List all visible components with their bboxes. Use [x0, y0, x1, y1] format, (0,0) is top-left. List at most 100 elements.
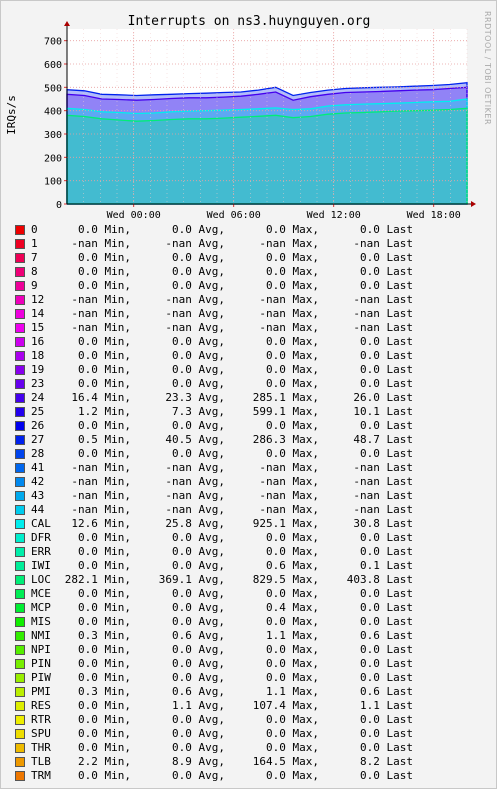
legend-swatch: [15, 519, 25, 529]
legend-last-value: 0.0 Last: [360, 741, 413, 754]
legend-series-name: PMI: [31, 685, 51, 698]
legend-min-value: 0.0 Min,: [78, 671, 131, 684]
legend-min-value: 0.0 Min,: [78, 601, 131, 614]
legend-max-value: -nan Max,: [259, 307, 319, 320]
legend-swatch: [15, 603, 25, 613]
legend-last-value: -nan Last: [353, 461, 413, 474]
legend-max-value: 0.6 Max,: [266, 559, 319, 572]
legend-min-value: 0.0 Min,: [78, 419, 131, 432]
x-tick-label: Wed 00:00: [107, 210, 161, 221]
legend-min-value: 0.0 Min,: [78, 559, 131, 572]
legend-min-value: 0.5 Min,: [78, 433, 131, 446]
legend-max-value: 0.0 Max,: [266, 545, 319, 558]
legend-avg-value: 25.8 Avg,: [165, 517, 225, 530]
legend-last-value: 0.0 Last: [360, 601, 413, 614]
legend-avg-value: 0.0 Avg,: [172, 279, 225, 292]
legend-max-value: 0.0 Max,: [266, 769, 319, 782]
legend-last-value: 8.2 Last: [360, 755, 413, 768]
y-tick-label: 700: [44, 37, 62, 48]
legend-last-value: -nan Last: [353, 503, 413, 516]
legend-last-value: 0.0 Last: [360, 447, 413, 460]
legend-series-name: 15: [31, 321, 45, 334]
legend-max-value: 0.0 Max,: [266, 377, 319, 390]
legend-max-value: 0.0 Max,: [266, 251, 319, 264]
legend-series-name: 28: [31, 447, 45, 460]
legend-min-value: 0.0 Min,: [78, 657, 131, 670]
legend-last-value: 0.0 Last: [360, 531, 413, 544]
legend-avg-value: 0.0 Avg,: [172, 531, 225, 544]
legend-swatch: [15, 267, 25, 277]
legend-avg-value: 0.0 Avg,: [172, 727, 225, 740]
legend-series-name: 42: [31, 475, 45, 488]
x-axis-arrow: [471, 201, 476, 207]
legend-last-value: -nan Last: [353, 293, 413, 306]
legend-series-name: 23: [31, 377, 45, 390]
legend-series-name: 43: [31, 489, 45, 502]
legend-series-name: PIW: [31, 671, 51, 684]
legend-last-value: 0.0 Last: [360, 713, 413, 726]
legend-swatch: [15, 673, 25, 683]
legend-series-name: TRM: [31, 769, 51, 782]
legend-max-value: 0.0 Max,: [266, 531, 319, 544]
legend-min-value: -nan Min,: [71, 503, 131, 516]
legend-max-value: 0.0 Max,: [266, 447, 319, 460]
legend-series-name: 1: [31, 237, 38, 250]
legend-series-name: 16: [31, 335, 45, 348]
legend-max-value: 1.1 Max,: [266, 629, 319, 642]
legend-last-value: 0.0 Last: [360, 335, 413, 348]
legend-swatch: [15, 239, 25, 249]
y-tick-label: 600: [44, 60, 62, 71]
legend-last-value: 0.0 Last: [360, 223, 413, 236]
legend-avg-value: 0.0 Avg,: [172, 265, 225, 278]
legend-min-value: -nan Min,: [71, 321, 131, 334]
y-tick-label: 400: [44, 107, 62, 118]
legend-avg-value: 0.0 Avg,: [172, 657, 225, 670]
legend-last-value: 0.0 Last: [360, 615, 413, 628]
legend-avg-value: 0.0 Avg,: [172, 643, 225, 656]
legend-last-value: 0.0 Last: [360, 769, 413, 782]
legend-avg-value: -nan Avg,: [165, 237, 225, 250]
legend-min-value: -nan Min,: [71, 293, 131, 306]
legend-avg-value: 0.0 Avg,: [172, 419, 225, 432]
legend-swatch: [15, 337, 25, 347]
y-tick-label: 300: [44, 130, 62, 141]
legend-min-value: 0.0 Min,: [78, 349, 131, 362]
legend-avg-value: 0.0 Avg,: [172, 447, 225, 460]
legend-avg-value: 0.0 Avg,: [172, 223, 225, 236]
legend-last-value: 0.0 Last: [360, 657, 413, 670]
legend-avg-value: 0.0 Avg,: [172, 769, 225, 782]
legend-max-value: -nan Max,: [259, 321, 319, 334]
legend-max-value: -nan Max,: [259, 475, 319, 488]
interrupts-chart: Interrupts on ns3.huynguyen.org IRQs/s R…: [5, 11, 492, 221]
legend-max-value: 286.3 Max,: [252, 433, 319, 446]
legend-swatch: [15, 743, 25, 753]
legend-min-value: 0.3 Min,: [78, 685, 131, 698]
legend-last-value: 0.6 Last: [360, 685, 413, 698]
legend-avg-value: -nan Avg,: [165, 503, 225, 516]
legend-last-value: 0.0 Last: [360, 671, 413, 684]
legend-min-value: -nan Min,: [71, 307, 131, 320]
legend-avg-value: -nan Avg,: [165, 307, 225, 320]
watermark: RRDTOOL / TOBI OETIKER: [483, 11, 492, 125]
legend-avg-value: 0.0 Avg,: [172, 377, 225, 390]
legend-swatch: [15, 407, 25, 417]
y-tick-label: 100: [44, 177, 62, 188]
legend-max-value: 0.4 Max,: [266, 601, 319, 614]
legend-avg-value: 8.9 Avg,: [172, 755, 225, 768]
legend-swatch: [15, 617, 25, 627]
legend-swatch: [15, 351, 25, 361]
legend-series-name: 18: [31, 349, 45, 362]
legend-swatch: [15, 449, 25, 459]
legend-max-value: 1.1 Max,: [266, 685, 319, 698]
legend-avg-value: 0.0 Avg,: [172, 615, 225, 628]
legend-max-value: 0.0 Max,: [266, 657, 319, 670]
legend-max-value: -nan Max,: [259, 237, 319, 250]
legend-avg-value: 0.6 Avg,: [172, 629, 225, 642]
legend-swatch: [15, 505, 25, 515]
legend-last-value: 0.0 Last: [360, 363, 413, 376]
legend-avg-value: 0.0 Avg,: [172, 559, 225, 572]
legend-max-value: 0.0 Max,: [266, 713, 319, 726]
legend-max-value: 0.0 Max,: [266, 615, 319, 628]
graph-frame: Interrupts on ns3.huynguyen.org IRQs/s R…: [0, 0, 497, 789]
legend-avg-value: -nan Avg,: [165, 321, 225, 334]
